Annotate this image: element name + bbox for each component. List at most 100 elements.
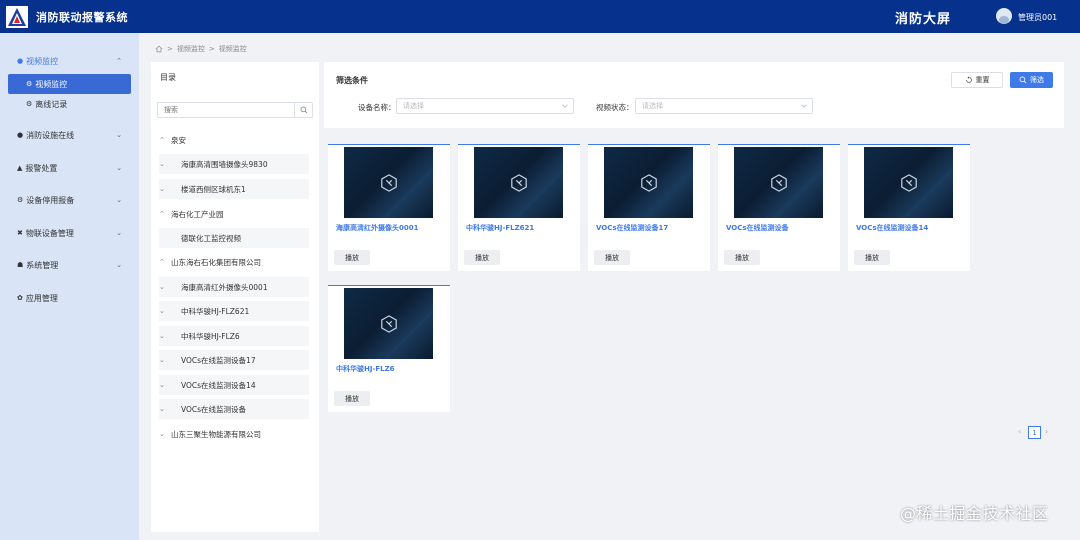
tree-node-child[interactable]: ⌄ VOCs在线监测设备14	[159, 375, 309, 395]
avatar[interactable]	[996, 8, 1012, 24]
play-button[interactable]: 播放	[724, 250, 760, 265]
brand-logo-icon	[770, 173, 787, 192]
tree-node-child[interactable]: ⌄ VOCs在线监测设备17	[159, 350, 309, 370]
directory-tree-panel: 目录 ⌃ 泉安 ⌄ 海康高清围墙摄像头9830 ⌄ 楼道西侧区球机东1 ⌃ 海右…	[151, 62, 319, 532]
device-name-label: 设备名称：	[358, 103, 396, 112]
pagination-next[interactable]: ›	[1045, 427, 1048, 436]
sidebar-item-iot-device-management[interactable]: ✖ 物联设备管理 ⌄	[0, 223, 139, 243]
chevron-down-icon: ⌄	[116, 196, 122, 204]
brand-logo-icon	[380, 314, 397, 333]
tree-node-child[interactable]: ⌄ 中科华骏HJ-FLZ6	[159, 326, 309, 346]
brand-logo-icon	[510, 173, 527, 192]
reset-icon	[965, 76, 972, 83]
breadcrumb-item[interactable]: 视频监控	[177, 44, 205, 54]
tree-node-child[interactable]: ⌄ 海康高清红外摄像头0001	[159, 277, 309, 297]
caret-down-icon: ⌄	[159, 381, 165, 389]
filter-label: 筛选	[1030, 76, 1044, 84]
sidebar: ● 视频监控 ⌃ ⚙ 视频监控 ⚙ 离线记录 ● 消防设施在线 ⌄ ▲ 报警处置…	[0, 33, 139, 540]
breadcrumb-separator: >	[208, 45, 215, 53]
video-thumbnail[interactable]	[474, 147, 563, 218]
sidebar-subitem-offline-records[interactable]: ⚙ 离线记录	[8, 94, 131, 114]
alarm-icon: ▲	[17, 164, 23, 172]
caret-down-icon: ⌄	[159, 283, 165, 291]
tree-node-root[interactable]: ⌃ 泉安	[159, 130, 186, 150]
brand-logo-icon	[380, 173, 397, 192]
video-card[interactable]: VOCs在线监测设备17 播放	[588, 144, 710, 271]
caret-up-icon: ⌃	[159, 136, 165, 144]
search-icon	[300, 106, 307, 114]
caret-up-icon: ⌃	[159, 258, 165, 266]
tree-node-child[interactable]: ⌄ 中科华骏HJ-FLZ621	[159, 301, 309, 321]
tree-node-label: 山东三聚生物能源有限公司	[171, 429, 261, 439]
chevron-down-icon	[562, 104, 568, 108]
device-name-placeholder: 请选择	[403, 102, 424, 110]
tree-node-root[interactable]: ⌃ 山东海右石化集团有限公司	[159, 252, 261, 272]
tree-node-root[interactable]: ⌃ 海右化工产业园	[159, 204, 224, 224]
brand-logo-icon	[900, 173, 917, 192]
sidebar-item-app-management[interactable]: ✿ 应用管理	[0, 288, 139, 308]
sidebar-subitem-video-monitoring[interactable]: ⚙ 视频监控	[8, 74, 131, 94]
sidebar-item-fire-facility-online[interactable]: ● 消防设施在线 ⌄	[0, 125, 139, 145]
filter-button[interactable]: 筛选	[1010, 72, 1053, 88]
breadcrumb-item-current: 视频监控	[218, 45, 247, 53]
chevron-down-icon: ⌄	[116, 131, 122, 139]
video-thumbnail[interactable]	[604, 147, 693, 218]
video-thumbnail[interactable]	[734, 147, 823, 218]
play-button[interactable]: 播放	[594, 250, 630, 265]
home-icon[interactable]	[155, 45, 163, 53]
video-card[interactable]: 中科华骏HJ-FLZ621 播放	[458, 144, 580, 271]
chevron-down-icon: ⌄	[116, 229, 122, 237]
video-card[interactable]: VOCs在线监测设备14 播放	[848, 144, 970, 271]
tree-node-child[interactable]: ⌄ 海康高清围墙摄像头9830	[159, 154, 309, 174]
tree-node-child[interactable]: ⌄ 楼道西侧区球机东1	[159, 179, 309, 199]
watermark: @稀土掘金技术社区	[900, 504, 1049, 523]
caret-up-icon: ⌃	[159, 210, 165, 218]
video-card[interactable]: VOCs在线监测设备 播放	[718, 144, 840, 271]
chevron-down-icon: ⌄	[116, 261, 122, 269]
sidebar-item-label: 应用管理	[25, 293, 58, 303]
video-thumbnail[interactable]	[864, 147, 953, 218]
tree-node-child[interactable]: 德联化工监控视频	[159, 228, 309, 248]
play-button[interactable]: 播放	[334, 391, 370, 406]
play-button[interactable]: 播放	[334, 250, 370, 265]
reset-button[interactable]: 重置	[951, 72, 1003, 88]
video-card-name: 海康高清红外摄像头0001	[336, 224, 419, 232]
video-status-label: 视频状态：	[596, 103, 634, 112]
sidebar-item-device-suspension[interactable]: ⚙ 设备停用报备 ⌄	[0, 190, 139, 210]
pagination-prev[interactable]: ‹	[1018, 427, 1021, 436]
video-card[interactable]: 中科华骏HJ-FLZ6 播放	[328, 285, 450, 412]
sidebar-item-system-management[interactable]: ☗ 系统管理 ⌄	[0, 255, 139, 275]
caret-down-icon: ⌄	[159, 307, 165, 315]
sidebar-item-label: 物联设备管理	[25, 228, 74, 238]
video-card[interactable]: 海康高清红外摄像头0001 播放	[328, 144, 450, 271]
reset-label: 重置	[975, 76, 990, 84]
video-thumbnail[interactable]	[344, 288, 433, 359]
device-name-select[interactable]: 请选择	[396, 98, 574, 114]
search-icon	[1019, 76, 1027, 84]
video-card-name: VOCs在线监测设备17	[596, 224, 669, 232]
pagination-current-page[interactable]: 1	[1028, 426, 1041, 439]
chevron-down-icon: ⌄	[116, 164, 122, 172]
tree-node-child[interactable]: ⌄ VOCs在线监测设备	[159, 399, 309, 419]
sidebar-item-video-monitoring[interactable]: ● 视频监控 ⌃	[0, 51, 139, 71]
tree-node-label: 山东海右石化集团有限公司	[171, 257, 261, 267]
video-card-name: 中科华骏HJ-FLZ621	[466, 224, 535, 232]
filter-title: 筛选条件	[336, 76, 368, 85]
big-screen-link[interactable]: 消防大屏	[895, 8, 951, 27]
tree-node-label: 中科华骏HJ-FLZ6	[181, 331, 240, 341]
settings-icon: ⚙	[26, 80, 33, 88]
system-icon: ☗	[17, 261, 24, 269]
tree-node-root[interactable]: ⌄ 山东三聚生物能源有限公司	[159, 424, 261, 444]
play-button[interactable]: 播放	[464, 250, 500, 265]
user-name[interactable]: 管理员001	[1018, 12, 1057, 23]
search-button[interactable]	[294, 103, 312, 117]
sidebar-item-alarm-handling[interactable]: ▲ 报警处置 ⌄	[0, 158, 139, 178]
tree-node-label: 海康高清围墙摄像头9830	[181, 159, 268, 169]
play-button[interactable]: 播放	[854, 250, 890, 265]
tree-search-input[interactable]	[158, 103, 294, 117]
tree-node-label: VOCs在线监测设备17	[181, 355, 256, 365]
sidebar-item-label: 视频监控	[26, 56, 59, 66]
video-status-select[interactable]: 请选择	[635, 98, 813, 114]
sidebar-subitem-label: 离线记录	[35, 99, 68, 109]
video-thumbnail[interactable]	[344, 147, 433, 218]
